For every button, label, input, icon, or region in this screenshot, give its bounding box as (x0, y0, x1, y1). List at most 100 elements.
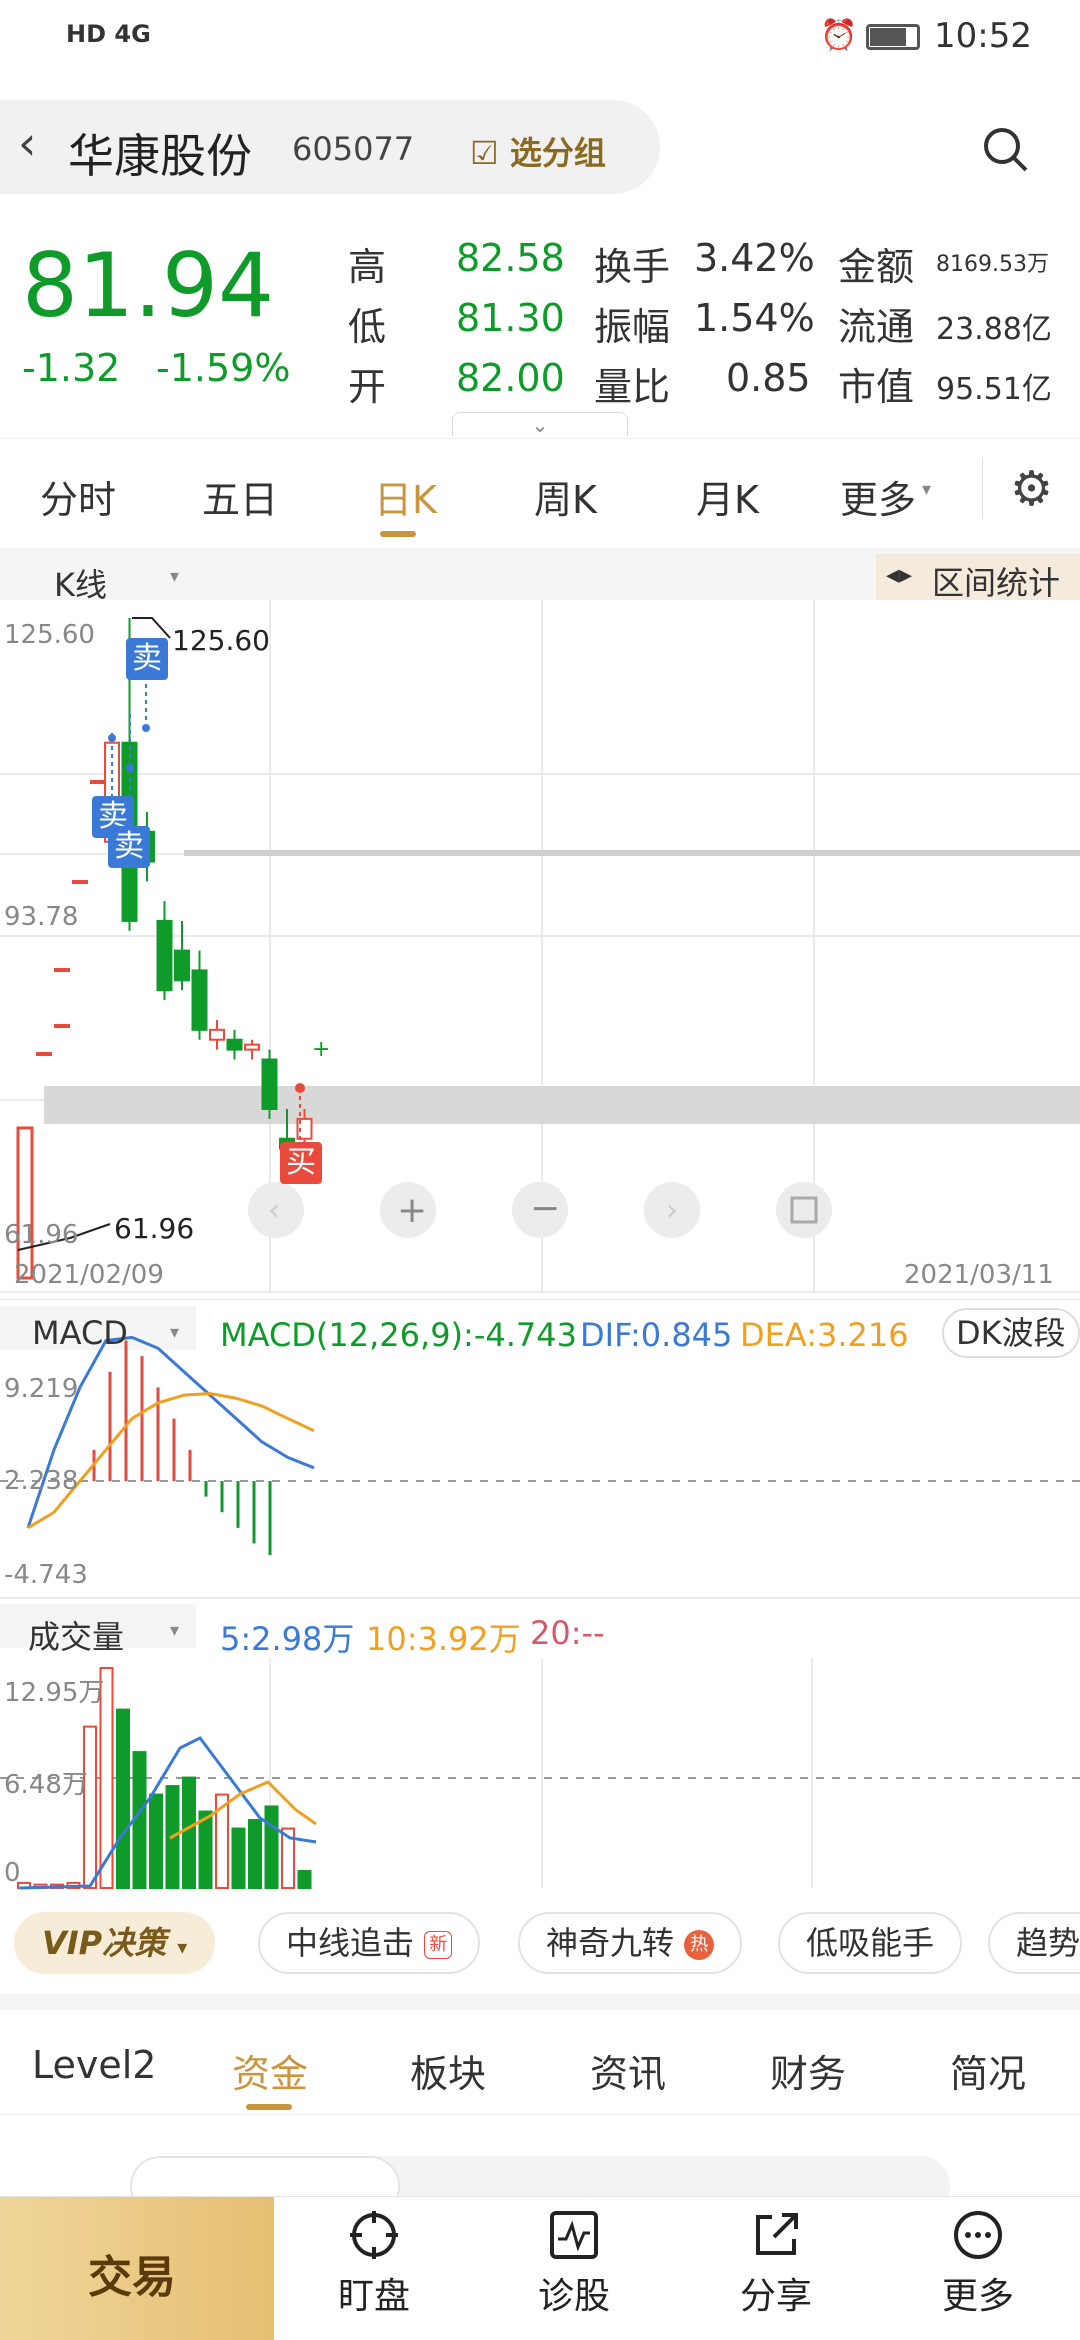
vip-caret-icon: ▾ (177, 1935, 188, 1959)
cap-value: 95.51亿 (936, 372, 1052, 407)
bottom-nav: 交易 盯盘 诊股 分享 更多 (0, 2196, 1080, 2340)
candle-body (156, 919, 173, 992)
stock-code: 605077 (292, 130, 415, 168)
high-value: 82.58 (456, 236, 565, 280)
volume-bar (83, 1725, 97, 1889)
more-caret-icon: ▾ (922, 479, 932, 500)
tool-midline-button[interactable]: 中线追击 新 (258, 1912, 481, 1974)
checkbox-icon: ☑ (470, 134, 499, 172)
gear-icon[interactable]: ⚙ (1010, 461, 1053, 517)
tab-more[interactable]: 更多 (840, 469, 916, 524)
dk-band-button[interactable]: DK波段 (942, 1308, 1080, 1358)
tool-low-buy-label: 低吸能手 (806, 1924, 935, 1962)
price-change: -1.32 (22, 346, 121, 390)
nav-share[interactable]: 分享 (696, 2209, 856, 2319)
tool-nine-turn-button[interactable]: 神奇九转 热 (518, 1912, 743, 1974)
search-icon[interactable] (980, 124, 1030, 174)
tool-trend-button[interactable]: 趋势 (988, 1912, 1080, 1974)
tab-sector[interactable]: 板块 (410, 2043, 486, 2098)
trade-button[interactable]: 交易 (0, 2197, 274, 2340)
volume-ma5: 5:2.98万 (220, 1620, 355, 1658)
sell-signal-badge[interactable]: 卖 (108, 826, 150, 868)
amount-label: 金额 (838, 245, 915, 289)
clock: 10:52 (934, 16, 1032, 56)
tab-five-day[interactable]: 五日 (202, 469, 278, 524)
nav-diagnose[interactable]: 诊股 (494, 2209, 654, 2319)
float-value: 23.88亿 (936, 312, 1052, 347)
crosshair-icon (350, 2211, 398, 2259)
period-tabs: 分时 五日 日K 周K 月K 更多 ▾ ⚙ (0, 438, 1080, 548)
tab-weekly-k[interactable]: 周K (534, 469, 597, 524)
resistance-band (184, 850, 1080, 856)
tab-level2[interactable]: Level2 (32, 2043, 156, 2087)
hot-badge: 热 (684, 1930, 715, 1960)
volume-ma20: 20:-- (530, 1614, 605, 1652)
range-stats-button[interactable]: ◂▸ 区间统计 (876, 554, 1080, 602)
more-dots-icon (954, 2211, 1002, 2259)
volratio-label: 量比 (594, 365, 671, 409)
tab-funds[interactable]: 资金 (232, 2043, 308, 2098)
buy-signal-badge[interactable]: 买 (280, 1142, 322, 1184)
trade-label: 交易 (88, 2252, 176, 2303)
volume-y-top: 12.95万 (4, 1678, 105, 1708)
tab-news[interactable]: 资讯 (590, 2043, 666, 2098)
select-group-button[interactable]: ☑ 选分组 (470, 128, 606, 174)
macd-selector[interactable]: MACD (32, 1314, 128, 1352)
signal-dot (108, 734, 116, 742)
volume-y-mid: 6.48万 (4, 1770, 88, 1800)
network-indicator: HD 4G (66, 20, 151, 48)
left-edge-bar (16, 1126, 34, 1280)
kline-selector[interactable]: K线 (54, 560, 107, 606)
select-group-label: 选分组 (509, 134, 606, 172)
candle-body (244, 1043, 260, 1051)
battery-icon (866, 24, 920, 50)
expand-chevron-icon[interactable]: ⌄ (452, 412, 628, 437)
tab-intraday[interactable]: 分时 (40, 469, 116, 524)
stock-name: 华康股份 (68, 129, 252, 183)
status-bar: HD 4G ⏰ 10:52 (0, 0, 1080, 78)
fullscreen-button[interactable] (776, 1182, 832, 1238)
candles-group (104, 618, 313, 1159)
signal-dot (295, 1083, 305, 1093)
kline-y-top: 125.60 (4, 620, 95, 650)
low-label: 低 (348, 305, 387, 349)
current-price: 81.94 (22, 234, 274, 337)
amount-value: 8169.53万 (936, 252, 1049, 277)
kline-caret-icon: ▾ (170, 566, 180, 587)
tab-monthly-k[interactable]: 月K (696, 469, 759, 524)
volume-bar (231, 1827, 246, 1889)
volratio-value: 0.85 (726, 356, 811, 400)
nav-share-label: 分享 (739, 2276, 812, 2317)
chevron-right-icon: › (666, 1193, 678, 1228)
turnover-label: 换手 (594, 245, 671, 289)
back-icon[interactable]: ‹ (18, 116, 36, 170)
support-band (44, 1086, 1080, 1124)
volume-bar (116, 1708, 130, 1889)
price-change-pct: -1.59% (156, 346, 291, 390)
nav-more[interactable]: 更多 (898, 2209, 1058, 2319)
volume-caret-icon: ▾ (170, 1620, 180, 1641)
nav-watch-label: 盯盘 (337, 2276, 410, 2317)
volume-bar (297, 1870, 312, 1890)
macd-dif: DIF:0.845 (580, 1316, 733, 1354)
candle-body (261, 1058, 278, 1111)
kline-y-mid: 93.78 (4, 902, 79, 932)
macd-caret-icon: ▾ (170, 1322, 180, 1343)
open-label: 开 (348, 365, 387, 409)
vip-decision-button[interactable]: VIP决策 ▾ (14, 1912, 216, 1974)
tab-daily-k[interactable]: 日K (374, 469, 437, 524)
nav-watch[interactable]: 盯盘 (294, 2209, 454, 2319)
date-start: 2021/02/09 (14, 1260, 164, 1290)
tab-finance[interactable]: 财务 (770, 2043, 846, 2098)
volume-bar (149, 1793, 163, 1890)
volume-selector[interactable]: 成交量 (28, 1612, 124, 1658)
open-value: 82.00 (456, 356, 565, 400)
tab-profile[interactable]: 简况 (950, 2043, 1026, 2098)
plus-mark: + (312, 1037, 330, 1062)
quote-panel: 81.94 -1.32 -1.59% 高 82.58 低 81.30 开 82.… (0, 200, 1080, 437)
sell-signal-badge[interactable]: 卖 (126, 638, 168, 680)
volume-y-bottom: 0 (4, 1858, 21, 1888)
tool-low-buy-button[interactable]: 低吸能手 (778, 1912, 963, 1974)
date-end: 2021/03/11 (904, 1260, 1054, 1290)
alarm-icon: ⏰ (820, 18, 858, 53)
